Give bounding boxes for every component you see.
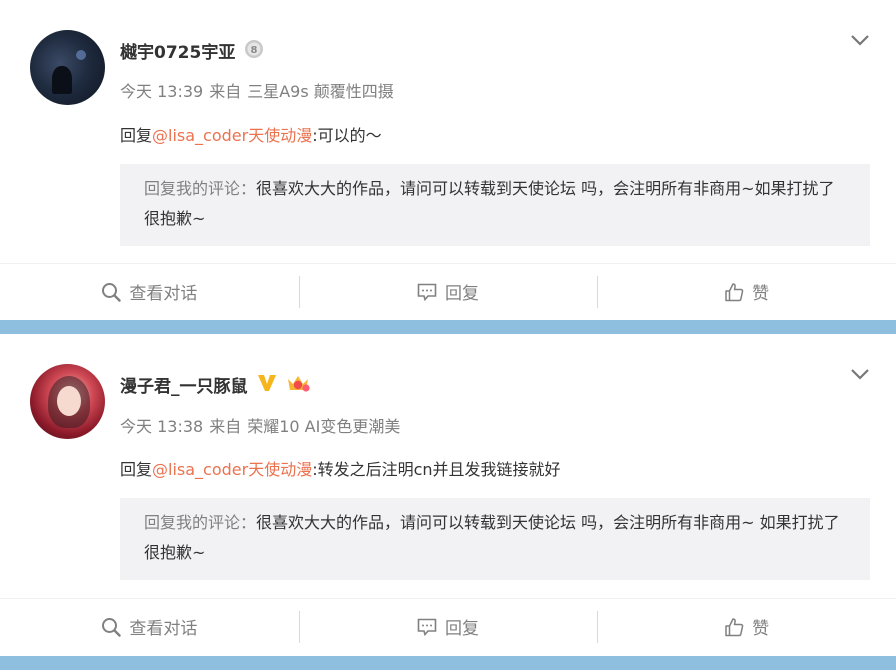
- reply-prefix: 回复: [120, 460, 153, 479]
- mention-link[interactable]: @lisa_coder天使动漫: [152, 460, 312, 479]
- username[interactable]: 樾宇0725宇亚: [120, 38, 235, 63]
- action-bar: 查看对话 回复 赞: [0, 598, 896, 654]
- avatar[interactable]: [30, 364, 105, 439]
- reply-body: :可以的～: [312, 126, 382, 145]
- comment-card: 樾宇0725宇亚 8 今天 13:39 来自 三星A9s 颠覆性四摄 回复@lisa…: [0, 0, 896, 320]
- svg-text:8: 8: [251, 45, 258, 56]
- quote-label: 回复我的评论：: [144, 179, 257, 198]
- post-header: 樾宇0725宇亚 8: [120, 38, 264, 63]
- view-conversation-label: 查看对话: [129, 619, 198, 639]
- reply-button[interactable]: 回复: [298, 264, 598, 320]
- mention-link[interactable]: @lisa_coder天使动漫: [152, 126, 312, 145]
- source-device[interactable]: 三星A9s 颠覆性四摄: [247, 82, 394, 101]
- reply-label: 回复: [445, 619, 479, 639]
- verified-v-icon[interactable]: [257, 374, 277, 396]
- timestamp: 今天 13:38: [120, 417, 204, 436]
- source-device[interactable]: 荣耀10 AI变色更潮美: [247, 417, 400, 436]
- search-icon: [102, 282, 122, 302]
- post-header: 漫子君_一只豚鼠: [120, 372, 312, 397]
- timestamp: 今天 13:39: [120, 82, 204, 101]
- source-prefix: 来自: [209, 417, 242, 436]
- vip-crown-icon[interactable]: [286, 373, 312, 397]
- post-meta: 今天 13:38 来自 荣耀10 AI变色更潮美: [120, 413, 406, 437]
- chevron-down-icon[interactable]: [850, 366, 870, 380]
- view-conversation-button[interactable]: 查看对话: [0, 599, 299, 655]
- like-button[interactable]: 赞: [597, 264, 896, 320]
- reply-label: 回复: [445, 284, 479, 304]
- view-conversation-label: 查看对话: [129, 284, 198, 304]
- action-bar: 查看对话 回复 赞: [0, 263, 896, 319]
- thumbs-up-icon: [725, 617, 744, 636]
- post-meta: 今天 13:39 来自 三星A9s 颠覆性四摄: [120, 78, 400, 102]
- thumbs-up-icon: [725, 282, 744, 301]
- medal-icon[interactable]: 8: [244, 39, 264, 63]
- quoted-comment[interactable]: 回复我的评论：很喜欢大大的作品，请问可以转载到天使论坛 吗，会注明所有非商用~如…: [120, 164, 870, 246]
- comment-feed: 樾宇0725宇亚 8 今天 13:39 来自 三星A9s 颠覆性四摄 回复@lisa…: [0, 0, 896, 670]
- like-button[interactable]: 赞: [597, 599, 896, 655]
- reply-prefix: 回复: [120, 126, 153, 145]
- quote-label: 回复我的评论：: [144, 513, 257, 532]
- comment-icon: [417, 618, 437, 636]
- avatar[interactable]: [30, 30, 105, 105]
- avatar-silhouette: [52, 66, 72, 94]
- reply-button[interactable]: 回复: [298, 599, 598, 655]
- avatar-decoration: [76, 50, 86, 60]
- like-label: 赞: [752, 284, 770, 304]
- avatar-face: [57, 386, 81, 416]
- username[interactable]: 漫子君_一只豚鼠: [120, 372, 248, 397]
- like-label: 赞: [752, 619, 770, 639]
- reply-body: :转发之后注明cn并且发我链接就好: [312, 460, 561, 479]
- source-prefix: 来自: [209, 82, 242, 101]
- reply-text: 回复@lisa_coder天使动漫:转发之后注明cn并且发我链接就好: [120, 456, 561, 480]
- chevron-down-icon[interactable]: [850, 32, 870, 46]
- comment-icon: [417, 283, 437, 301]
- view-conversation-button[interactable]: 查看对话: [0, 264, 299, 320]
- reply-text: 回复@lisa_coder天使动漫:可以的～: [120, 122, 382, 146]
- comment-card: 漫子君_一只豚鼠 今天 13:38 来自 荣耀10 AI变色更潮美 回复@lisa_…: [0, 334, 896, 656]
- search-icon: [102, 617, 122, 637]
- quoted-comment[interactable]: 回复我的评论：很喜欢大大的作品，请问可以转载到天使论坛 吗，会注明所有非商用~ …: [120, 498, 870, 580]
